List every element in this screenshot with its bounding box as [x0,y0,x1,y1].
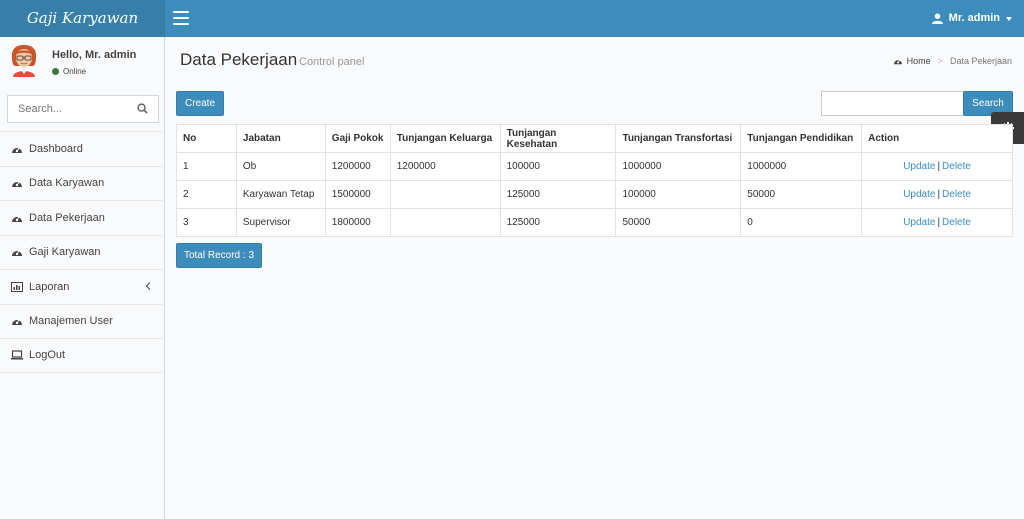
sidebar-item-label: Gaji Karyawan [29,246,101,259]
bar-chart-icon [11,281,23,293]
total-record-button[interactable]: Total Record : 3 [176,243,262,268]
cell-tunjangan-transfortasi: 1000000 [615,152,742,181]
cell-tunjangan-kesehatan: 100000 [499,152,617,181]
sidebar-item-label: Data Pekerjaan [29,211,105,224]
sidebar-search-input[interactable] [8,96,128,122]
user-status: Online [52,67,86,76]
update-link[interactable]: Update [903,189,935,200]
column-header-gaji-pokok: Gaji Pokok [324,124,391,153]
content-header: Data Pekerjaan Control panel Home > Data… [165,37,1024,78]
chevron-left-icon [145,281,151,293]
cell-jabatan: Karyawan Tetap [235,180,326,209]
sidebar-item-dashboard[interactable]: Dashboard [0,131,165,166]
caret-down-icon [1006,16,1012,21]
action-separator: | [937,161,941,172]
table-search-input[interactable] [821,91,964,116]
cell-tunjangan-kesehatan: 125000 [499,208,617,237]
dashboard-icon [11,212,23,224]
cell-tunjangan-pendidikan: 1000000 [740,152,863,181]
cell-jabatan: Ob [235,152,326,181]
cell-tunjangan-keluarga: 1200000 [389,152,501,181]
sidebar-item-logout[interactable]: LogOut [0,338,165,373]
table-row: 3 Supervisor 1800000 125000 50000 0 Upda… [176,208,1013,237]
table-row: 1 Ob 1200000 1200000 100000 1000000 1000… [176,152,1013,181]
sidebar-item-label: Manajemen User [29,315,113,328]
sidebar-search [7,95,159,123]
cell-action: Update | Delete [861,152,1013,181]
sidebar: Hello, Mr. admin Online Dashboard Data K… [0,37,165,519]
column-header-tunjangan-transfortasi: Tunjangan Transfortasi [615,124,742,153]
user-greeting: Hello, Mr. admin [52,49,137,61]
cell-gaji-pokok: 1200000 [324,152,391,181]
column-header-no: No [176,124,237,153]
breadcrumb-separator: > [937,56,943,66]
sidebar-item-label: LogOut [29,349,66,362]
page-subtitle: Control panel [299,56,365,68]
sidebar-item-label: Laporan [29,280,70,293]
dashboard-icon [11,315,23,327]
action-separator: | [937,217,941,228]
table-row: 2 Karyawan Tetap 1500000 125000 100000 5… [176,180,1013,209]
cell-no: 1 [176,152,237,181]
cell-tunjangan-keluarga [389,180,501,209]
sidebar-item-data-karyawan[interactable]: Data Karyawan [0,165,165,201]
sidebar-item-label: Dashboard [29,142,83,155]
sidebar-item-manajemen-user[interactable]: Manajemen User [0,303,165,339]
delete-link[interactable]: Delete [942,189,971,200]
column-header-tunjangan-pendidikan: Tunjangan Pendidikan [740,124,863,153]
cell-tunjangan-transfortasi: 50000 [615,208,742,237]
laptop-icon [11,349,23,361]
update-link[interactable]: Update [903,217,935,228]
cell-jabatan: Supervisor [235,208,326,237]
breadcrumb: Home > Data Pekerjaan [893,56,1012,66]
cell-tunjangan-transfortasi: 100000 [615,180,742,209]
column-header-tunjangan-keluarga: Tunjangan Keluarga [389,124,501,153]
user-menu-label: Mr. admin [948,12,1000,24]
cell-tunjangan-pendidikan: 50000 [740,180,863,209]
cell-action: Update | Delete [861,180,1013,209]
dashboard-icon [11,177,23,189]
search-icon[interactable] [137,103,148,114]
cell-gaji-pokok: 1500000 [324,180,391,209]
delete-link[interactable]: Delete [942,217,971,228]
column-header-jabatan: Jabatan [235,124,326,153]
menu-toggle-icon[interactable] [173,11,189,25]
dashboard-icon [11,246,23,258]
table-header-row: No Jabatan Gaji Pokok Tunjangan Keluarga… [176,124,1013,153]
cell-action: Update | Delete [861,208,1013,237]
data-pekerjaan-table: No Jabatan Gaji Pokok Tunjangan Keluarga… [176,124,1013,237]
app-logo[interactable]: Gaji Karyawan [0,0,165,37]
cell-tunjangan-pendidikan: 0 [740,208,863,237]
breadcrumb-current: Data Pekerjaan [949,56,1012,66]
column-header-action: Action [861,124,1013,153]
column-header-tunjangan-kesehatan: Tunjangan Kesehatan [499,124,617,153]
sidebar-item-laporan[interactable]: Laporan [0,269,165,304]
cell-tunjangan-kesehatan: 125000 [499,180,617,209]
online-status-icon [52,68,59,75]
cell-gaji-pokok: 1800000 [324,208,391,237]
user-icon [931,13,943,24]
user-menu[interactable]: Mr. admin [931,0,1012,37]
sidebar-item-data-pekerjaan[interactable]: Data Pekerjaan [0,200,165,235]
page-title: Data Pekerjaan [180,50,298,69]
update-link[interactable]: Update [903,161,935,172]
delete-link[interactable]: Delete [942,161,971,172]
sidebar-item-label: Data Karyawan [29,177,105,190]
avatar [11,45,37,77]
action-separator: | [937,189,941,200]
sidebar-menu: Dashboard Data Karyawan Data Pekerjaan G… [0,131,165,373]
dashboard-icon [11,143,23,155]
cell-no: 3 [176,208,237,237]
sidebar-item-gaji-karyawan[interactable]: Gaji Karyawan [0,234,165,270]
top-navbar: Gaji Karyawan Mr. admin [0,0,1024,37]
user-panel: Hello, Mr. admin Online [0,37,164,83]
dashboard-icon [893,59,902,65]
cell-no: 2 [176,180,237,209]
status-label: Online [63,67,87,76]
breadcrumb-home[interactable]: Home [907,56,931,66]
cell-tunjangan-keluarga [389,208,501,237]
create-button[interactable]: Create [176,91,224,116]
